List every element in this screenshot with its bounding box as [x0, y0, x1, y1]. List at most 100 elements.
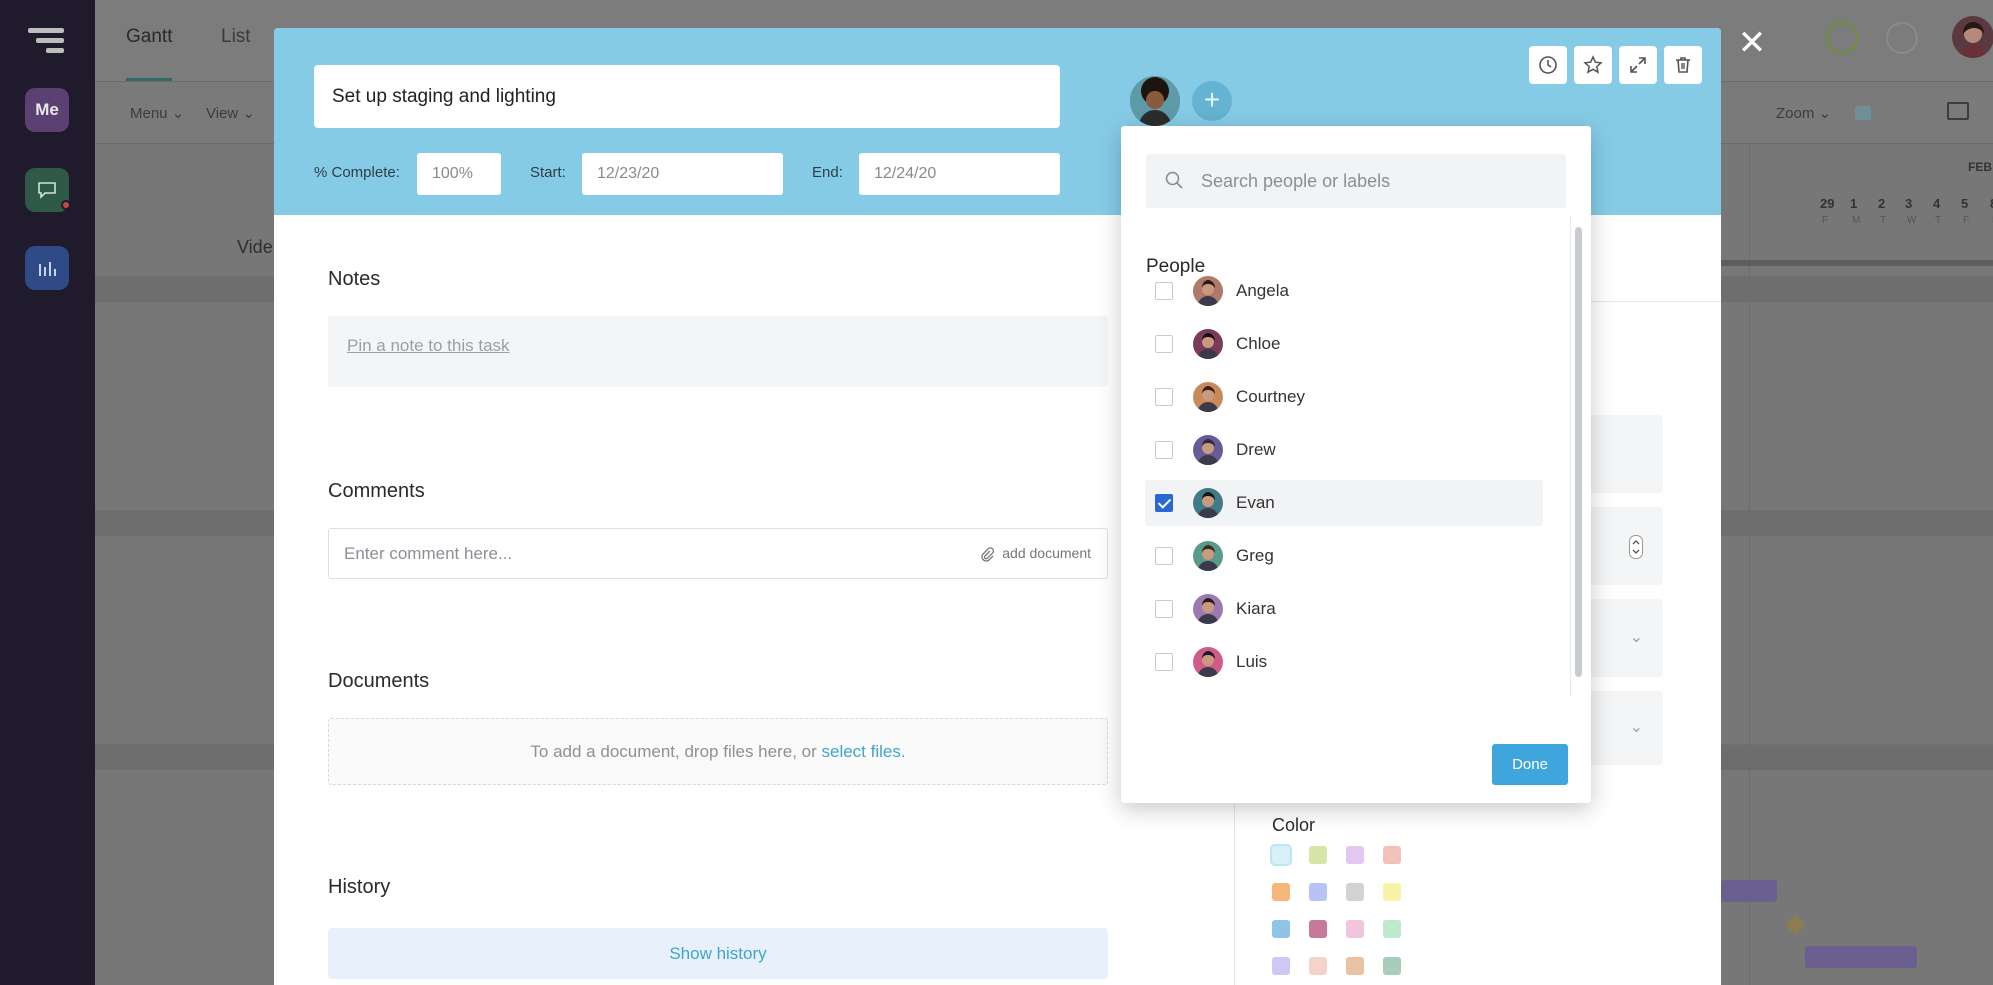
color-swatch[interactable]: [1309, 846, 1327, 864]
person-name: Kiara: [1236, 599, 1276, 618]
rail-me-button[interactable]: Me: [25, 88, 69, 132]
done-button[interactable]: Done: [1492, 744, 1568, 785]
color-swatch[interactable]: [1383, 920, 1401, 938]
color-swatch[interactable]: [1309, 920, 1327, 938]
color-swatch[interactable]: [1272, 883, 1290, 901]
rail-chat-button[interactable]: [25, 168, 71, 212]
help-icon[interactable]: [1886, 22, 1918, 54]
color-swatch[interactable]: [1309, 883, 1327, 901]
delete-button[interactable]: [1664, 46, 1702, 84]
gantt-task-bar[interactable]: [1805, 946, 1917, 968]
color-swatch[interactable]: [1383, 883, 1401, 901]
paperclip-icon: [981, 546, 995, 562]
person-checkbox[interactable]: [1155, 335, 1173, 353]
assignee-avatar[interactable]: [1130, 76, 1180, 126]
add-assignee-button[interactable]: +: [1192, 81, 1232, 121]
timer-icon[interactable]: [1826, 22, 1858, 54]
color-filter-swatch[interactable]: [1855, 106, 1871, 120]
notes-title: Notes: [328, 268, 381, 290]
people-picker: People AngelaChloeCourtneyDrewEvanGregKi…: [1121, 126, 1591, 803]
gantt-day: 2: [1878, 196, 1886, 211]
start-date-input[interactable]: 12/23/20: [582, 153, 783, 195]
person-option[interactable]: Courtney: [1145, 374, 1543, 420]
percent-complete-input[interactable]: 100%: [417, 153, 501, 195]
gantt-weekday: F: [1963, 215, 1970, 226]
gantt-day: 4: [1933, 196, 1941, 211]
comment-input[interactable]: Enter comment here... add document: [328, 528, 1108, 579]
expand-icon: [1630, 57, 1646, 73]
app-logo-icon[interactable]: [28, 28, 64, 56]
task-title-input[interactable]: Set up staging and lighting: [314, 65, 1060, 128]
gantt-weekday: T: [1880, 215, 1887, 226]
color-swatch[interactable]: [1272, 920, 1290, 938]
person-option[interactable]: Greg: [1145, 533, 1543, 579]
expand-button[interactable]: [1619, 46, 1657, 84]
person-option[interactable]: Drew: [1145, 427, 1543, 473]
add-document-button[interactable]: add document: [979, 529, 1091, 578]
stepper-icon[interactable]: [1629, 535, 1643, 559]
tab-gantt[interactable]: Gantt: [126, 26, 173, 81]
tab-list[interactable]: List: [221, 26, 251, 48]
color-swatch[interactable]: [1272, 846, 1290, 864]
close-icon[interactable]: ✕: [1737, 26, 1767, 60]
notes-input[interactable]: Pin a note to this task: [328, 316, 1108, 387]
color-swatch[interactable]: [1383, 957, 1401, 975]
comment-placeholder: Enter comment here...: [344, 544, 513, 563]
person-option[interactable]: Luis: [1145, 639, 1543, 685]
person-checkbox[interactable]: [1155, 547, 1173, 565]
person-name: Drew: [1236, 440, 1276, 459]
end-date-input[interactable]: 12/24/20: [859, 153, 1060, 195]
scroll-track: [1570, 217, 1571, 697]
person-avatar: [1193, 488, 1223, 518]
star-icon: [1583, 55, 1603, 74]
person-checkbox[interactable]: [1155, 653, 1173, 671]
color-swatch[interactable]: [1346, 957, 1364, 975]
present-icon[interactable]: [1947, 102, 1969, 120]
gantt-group-band: [1721, 750, 1993, 770]
gantt-task-bar[interactable]: [1721, 880, 1777, 902]
view-dropdown[interactable]: View ⌄: [206, 104, 255, 122]
color-swatch[interactable]: [1309, 957, 1327, 975]
chat-icon: [38, 182, 56, 199]
person-option[interactable]: Angela: [1145, 268, 1543, 314]
gantt-day: 29: [1820, 196, 1835, 211]
zoom-dropdown[interactable]: Zoom ⌄: [1776, 104, 1831, 122]
person-checkbox[interactable]: [1155, 282, 1173, 300]
color-swatch[interactable]: [1383, 846, 1401, 864]
person-avatar: [1193, 435, 1223, 465]
person-name: Evan: [1236, 493, 1275, 512]
trash-icon: [1676, 57, 1690, 73]
person-option[interactable]: Evan: [1145, 480, 1543, 526]
add-document-label: add document: [1002, 545, 1091, 561]
gantt-day: 5: [1961, 196, 1969, 211]
user-avatar[interactable]: [1952, 16, 1993, 58]
document-dropzone[interactable]: To add a document, drop files here, or s…: [328, 718, 1108, 785]
color-title: Color: [1272, 815, 1316, 835]
rail-me-label: Me: [35, 100, 59, 119]
person-checkbox[interactable]: [1155, 494, 1173, 512]
person-option[interactable]: Chloe: [1145, 321, 1543, 367]
color-swatch[interactable]: [1272, 957, 1290, 975]
person-checkbox[interactable]: [1155, 600, 1173, 618]
person-option[interactable]: Kiara: [1145, 586, 1543, 632]
clock-button[interactable]: [1529, 46, 1567, 84]
color-swatch[interactable]: [1346, 846, 1364, 864]
color-swatch[interactable]: [1346, 920, 1364, 938]
select-files-link[interactable]: select files.: [821, 742, 905, 761]
gantt-weekday: M: [1852, 215, 1861, 226]
gantt-weekday: W: [1907, 215, 1917, 226]
rail-reports-button[interactable]: [25, 246, 69, 290]
person-checkbox[interactable]: [1155, 441, 1173, 459]
person-name: Greg: [1236, 546, 1274, 565]
clock-icon: [1539, 56, 1557, 74]
show-history-button[interactable]: Show history: [328, 928, 1108, 979]
gantt-summary-bar: [1721, 260, 1993, 266]
scrollbar[interactable]: [1575, 227, 1582, 677]
people-search-input[interactable]: [1201, 154, 1551, 208]
star-button[interactable]: [1574, 46, 1612, 84]
person-checkbox[interactable]: [1155, 388, 1173, 406]
person-name: Chloe: [1236, 334, 1281, 353]
gantt-weekday: F: [1822, 215, 1829, 226]
color-swatch[interactable]: [1346, 883, 1364, 901]
menu-dropdown[interactable]: Menu ⌄: [130, 104, 184, 122]
